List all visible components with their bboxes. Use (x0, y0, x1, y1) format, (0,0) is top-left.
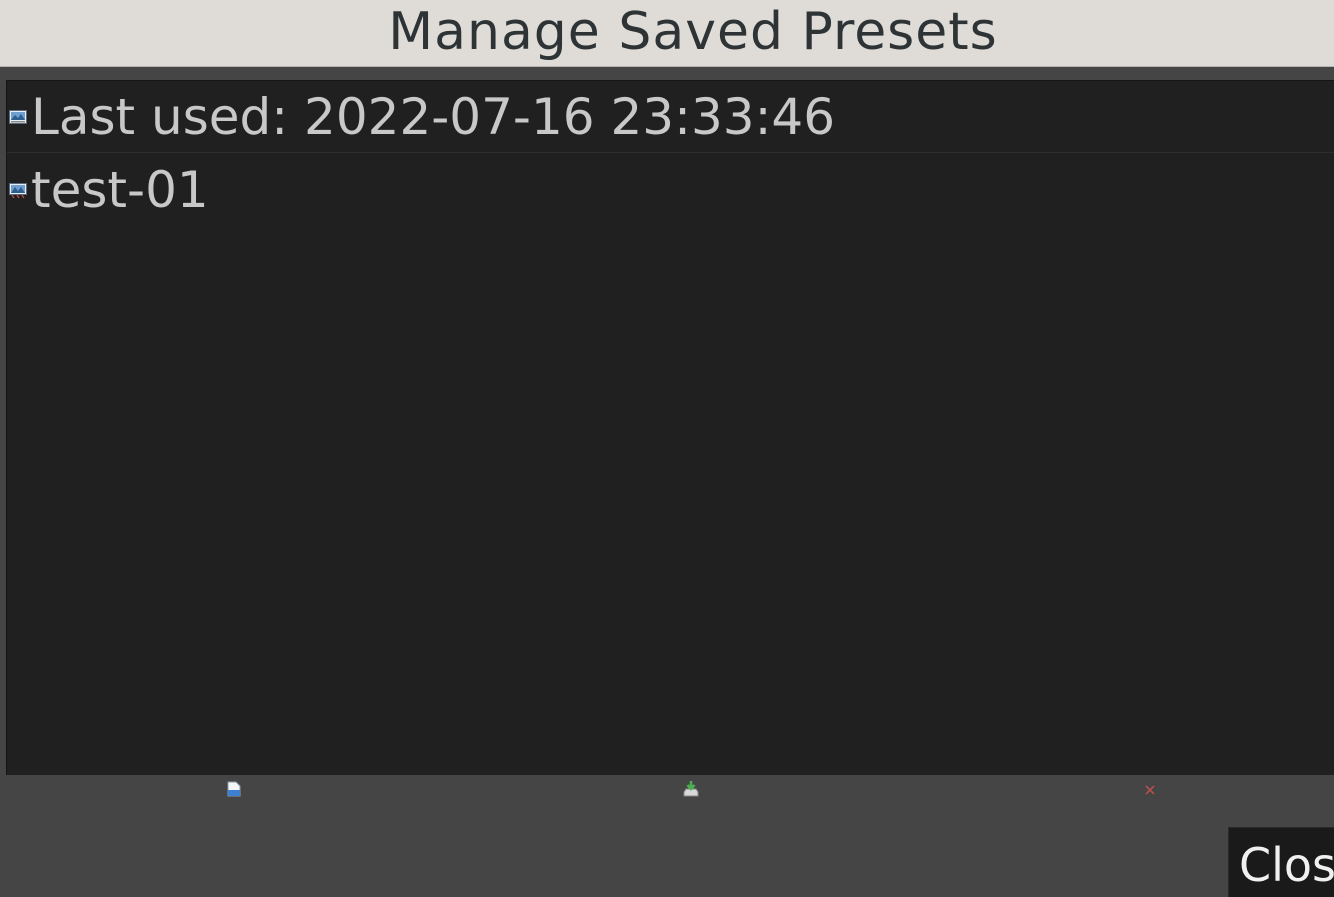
preset-image-icon (9, 108, 27, 126)
preset-label: test-01 (31, 161, 209, 219)
save-download-icon (682, 780, 700, 802)
dialog-title: Manage Saved Presets (388, 2, 998, 62)
presets-toolbar (6, 775, 1334, 805)
presets-list[interactable]: Last used: 2022-07-16 23:33:46 test-01 (6, 80, 1334, 775)
open-file-icon (225, 780, 243, 802)
list-item[interactable]: Last used: 2022-07-16 23:33:46 (7, 81, 1334, 153)
preset-label: Last used: 2022-07-16 23:33:46 (31, 87, 836, 146)
close-button[interactable]: Close (1228, 827, 1334, 897)
preset-image-icon (9, 181, 27, 199)
delete-preset-button[interactable] (1140, 781, 1160, 801)
open-preset-button[interactable] (224, 781, 244, 801)
dialog-titlebar: Manage Saved Presets (0, 0, 1334, 67)
save-preset-button[interactable] (681, 781, 701, 801)
list-item[interactable]: test-01 (7, 154, 1334, 226)
delete-x-icon (1143, 782, 1157, 801)
dialog-body: Last used: 2022-07-16 23:33:46 test-01 C… (0, 67, 1334, 897)
